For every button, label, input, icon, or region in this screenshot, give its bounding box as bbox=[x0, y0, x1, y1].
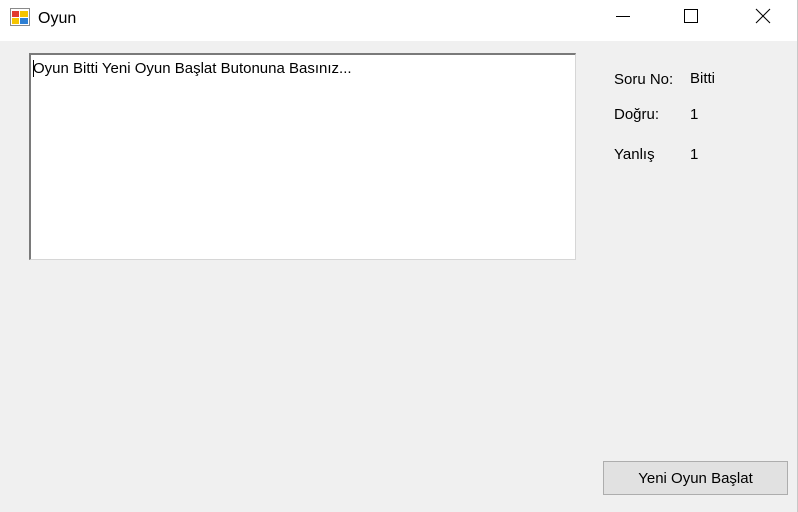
question-number-value: Bitti bbox=[690, 70, 716, 87]
correct-count-label: Doğru: bbox=[614, 106, 660, 123]
wrong-count-value: 1 bbox=[690, 146, 699, 163]
close-button[interactable] bbox=[740, 0, 786, 36]
minimize-icon bbox=[616, 9, 630, 28]
maximize-button[interactable] bbox=[668, 0, 714, 36]
minimize-button[interactable] bbox=[600, 0, 646, 36]
new-game-button[interactable]: Yeni Oyun Başlat bbox=[603, 461, 788, 495]
wrong-count-label: Yanlış bbox=[614, 146, 655, 163]
game-message-text: Oyun Bitti Yeni Oyun Başlat Butonuna Bas… bbox=[33, 60, 352, 77]
game-message-textbox[interactable]: Oyun Bitti Yeni Oyun Başlat Butonuna Bas… bbox=[29, 53, 576, 260]
game-window: Oyun Oyun Bitti Yeni Oyun Başlat Butonun… bbox=[0, 0, 798, 512]
windows-form-icon bbox=[10, 8, 30, 26]
question-number-label: Soru No: bbox=[614, 71, 674, 88]
title-bar[interactable]: Oyun bbox=[0, 0, 797, 41]
window-title: Oyun bbox=[38, 10, 77, 27]
maximize-icon bbox=[684, 8, 698, 28]
text-caret bbox=[33, 60, 34, 77]
correct-count-value: 1 bbox=[690, 106, 699, 123]
close-icon bbox=[755, 8, 771, 29]
